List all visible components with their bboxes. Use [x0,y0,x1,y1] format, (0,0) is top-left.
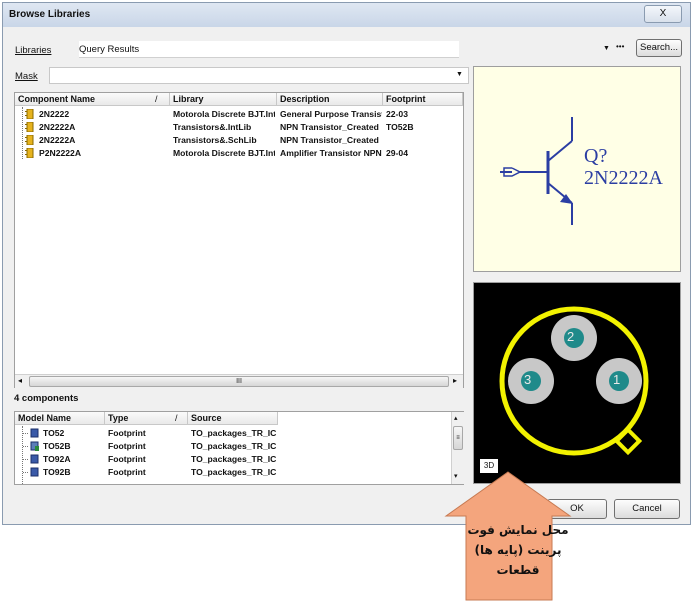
table-row[interactable]: TO52 Footprint TO_packages_TR_IC [15,427,451,439]
model-name: TO52B [43,441,71,451]
cancel-button[interactable]: Cancel [614,499,680,519]
libraries-dropdown[interactable]: Query Results [79,41,459,58]
mask-label: Mask [15,71,38,82]
thumb-grip: III [236,378,242,385]
footprint-drawing [499,306,649,456]
component-library: Transistors&.SchLib [173,135,257,145]
model-source: TO_packages_TR_IC [191,454,277,464]
tree-branch [23,433,28,434]
component-name: P2N2222A [39,148,82,158]
model-name: TO92B [43,467,71,477]
pad-number-1: 1 [613,372,621,387]
component-name: 2N2222A [39,135,76,145]
model-type: Footprint [108,454,146,464]
comment-label: 2N2222A [584,167,663,189]
tree-branch [23,472,28,473]
table-row[interactable]: 2N2222A Transistors&.IntLib NPN Transist… [15,121,463,133]
col-header-description[interactable]: Description [277,93,383,106]
sort-indicator-icon: / [155,94,158,104]
col-header-library[interactable]: Library [170,93,277,106]
footprint-icon [30,441,39,451]
window-title: Browse Libraries [9,9,91,20]
component-footprint: 29-04 [386,148,408,158]
table-row[interactable]: TO52B Footprint TO_packages_TR_IC [15,440,451,452]
model-type: Footprint [108,467,146,477]
tree-branch [23,446,28,447]
pad-number-2: 2 [567,329,575,344]
component-description: NPN Transistor_Created [280,122,379,132]
model-name: TO52 [43,428,65,438]
component-library: Transistors&.IntLib [173,122,252,132]
footprint-icon [30,467,39,477]
components-table: Component Name / Library Description Foot… [14,92,464,388]
3d-view-button[interactable]: 3D [480,459,498,473]
model-type: Footprint [108,441,146,451]
models-vertical-scrollbar[interactable]: ▴ ≡ ▾ [451,412,464,484]
footprint-icon [30,428,39,438]
footprint-icon [30,454,39,464]
scroll-down-icon[interactable]: ▾ [454,472,458,480]
col-header-component-name[interactable]: Component Name / [15,93,170,106]
libraries-chevron-down-icon[interactable]: ▼ [603,45,610,52]
model-source: TO_packages_TR_IC [191,467,277,477]
scroll-right-icon[interactable]: ▸ [453,376,457,385]
col-header-label: Component Name [18,94,96,104]
search-button[interactable]: Search... [636,39,682,57]
model-name: TO92A [43,454,71,464]
table-row[interactable]: TO92B Footprint TO_packages_TR_IC [15,466,451,478]
col-header-model-name[interactable]: Model Name [15,412,105,425]
more-button[interactable]: ••• [616,42,624,51]
tree-branch [23,459,28,460]
component-footprint: TO52B [386,122,414,132]
sort-indicator-icon: / [175,413,178,423]
model-source: TO_packages_TR_IC [191,428,277,438]
ok-button[interactable]: OK [547,499,607,519]
mask-chevron-down-icon[interactable]: ▼ [456,71,463,78]
col-header-footprint[interactable]: Footprint [383,93,463,106]
schematic-symbol-preview: Q? 2N2222A [473,66,681,272]
col-header-source[interactable]: Source [188,412,278,425]
component-footprint: 22-03 [386,109,408,119]
scrollbar-thumb[interactable]: ≡ [453,426,463,450]
component-icon [25,134,34,146]
designator-label: Q? [584,145,608,167]
component-description: NPN Transistor_Created [280,135,379,145]
title-bar: Browse Libraries X [3,3,690,27]
scroll-up-icon[interactable]: ▴ [454,414,458,422]
col-header-label: Type [108,413,129,423]
libraries-value: Query Results [79,44,140,55]
component-library: Motorola Discrete BJT.IntLib [173,148,275,158]
scroll-left-icon[interactable]: ◂ [18,376,22,385]
models-table: Model Name Type / Source TO52 Footprint T… [14,411,464,485]
table-row[interactable]: P2N2222A Motorola Discrete BJT.IntLib Am… [15,147,463,159]
component-library: Motorola Discrete BJT.IntLib [173,109,275,119]
component-icon [25,121,34,133]
model-type: Footprint [108,428,146,438]
close-button[interactable]: X [644,5,682,23]
component-count: 4 components [14,393,79,404]
component-name: 2N2222A [39,122,76,132]
component-name: 2N2222 [39,109,70,119]
footprint-preview: 2 3 1 3D [473,282,681,484]
pad-number-3: 3 [524,372,532,387]
component-description: General Purpose Transistor [280,109,382,119]
libraries-label: Libraries [15,45,52,56]
components-horizontal-scrollbar[interactable]: ◂ III ▸ [15,374,463,388]
component-icon [25,147,34,159]
component-description: Amplifier Transistor NPN [280,148,382,158]
table-row[interactable]: 2N2222 Motorola Discrete BJT.IntLib Gene… [15,108,463,120]
table-row[interactable]: TO92A Footprint TO_packages_TR_IC [15,453,451,465]
model-source: TO_packages_TR_IC [191,441,277,451]
mask-input[interactable] [49,67,469,84]
scrollbar-thumb[interactable]: III [29,376,449,387]
callout-text: محل نمایش فوت پرینت (پایه ها) قطعات [467,523,569,577]
col-header-type[interactable]: Type / [105,412,188,425]
table-row[interactable]: 2N2222A Transistors&.SchLib NPN Transist… [15,134,463,146]
component-icon [25,108,34,120]
